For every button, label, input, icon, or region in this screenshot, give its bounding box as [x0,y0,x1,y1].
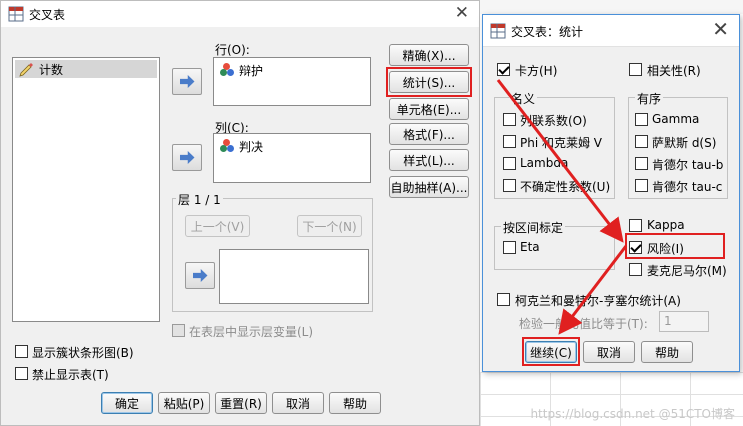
arrow-to-risk [496,79,624,243]
watermark-text: https://blog.csdn.net @51CTO博客 [530,407,735,421]
arrow-to-continue [558,245,628,335]
annotation-arrows [496,79,628,335]
